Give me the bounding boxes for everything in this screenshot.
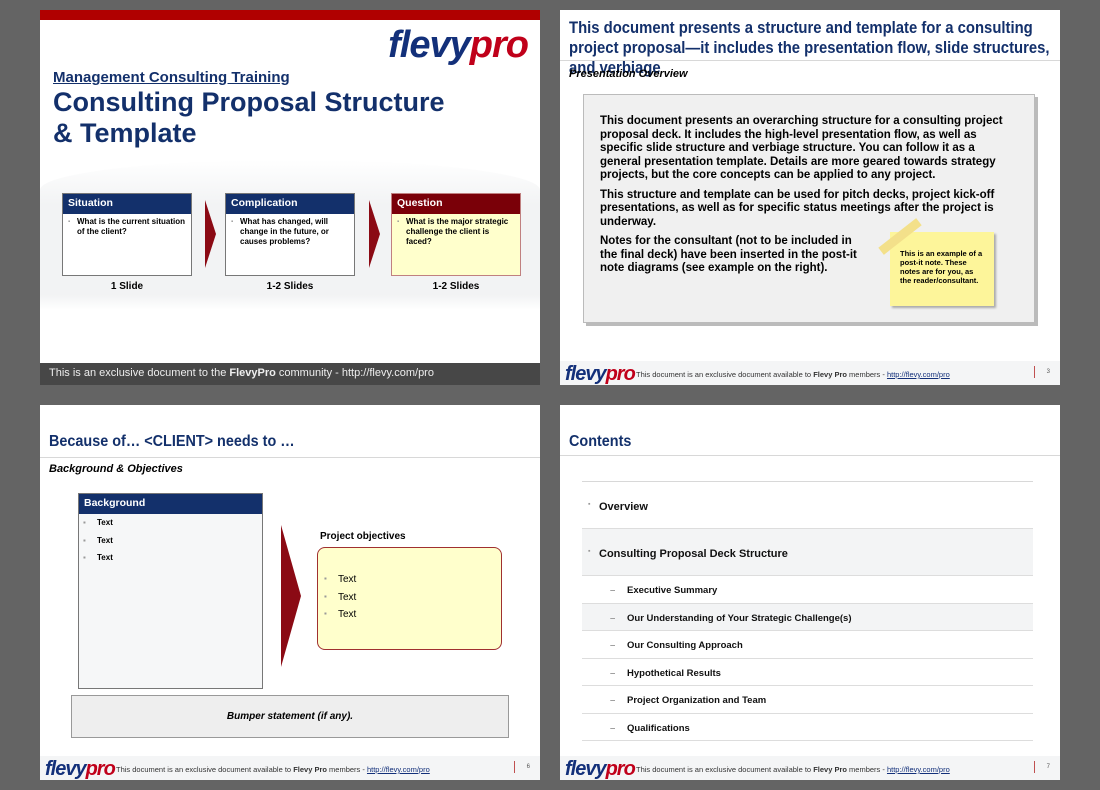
- box-header: Situation: [63, 194, 191, 214]
- footer-bar: This is an exclusive document to the Fle…: [40, 363, 540, 385]
- flevy-link[interactable]: http://flevy.com/pro: [887, 370, 950, 379]
- divider: [560, 455, 1060, 456]
- divider: [560, 60, 1060, 61]
- slide-title: Because of… <CLIENT> needs to …: [49, 433, 295, 450]
- divider: [40, 457, 540, 458]
- chevron-arrow: [281, 525, 301, 667]
- box-header: Question: [392, 194, 520, 214]
- chevron-arrow: [369, 200, 380, 268]
- situation-box: Situation What is the current situation …: [62, 193, 192, 276]
- slide-overview[interactable]: This document presents a structure and t…: [560, 10, 1060, 385]
- bumper-statement: Bumper statement (if any).: [71, 695, 509, 738]
- footer: flevypro This document is an exclusive d…: [560, 361, 1060, 385]
- page-number: 7: [1046, 764, 1050, 770]
- contents-item[interactable]: ▪ Overview: [582, 482, 1033, 529]
- contents-subitem[interactable]: – Project Organization and Team: [582, 686, 1033, 714]
- slide-title-text: Consulting Proposal Structure & Template: [53, 87, 445, 148]
- flevypro-logo: flevypro: [45, 758, 116, 780]
- slide-count: 1 Slide: [110, 281, 144, 292]
- contents-subitem[interactable]: – Our Consulting Approach: [582, 631, 1033, 659]
- flevypro-logo: flevypro: [565, 758, 636, 780]
- postit-note: This is an example of a post-it note. Th…: [890, 232, 994, 306]
- box-bullet: What is the current situation of the cli…: [68, 217, 185, 237]
- objectives-box: TextTextText: [317, 547, 502, 650]
- section-title: Background & Objectives: [49, 463, 183, 475]
- box-bullet: What is the major strategic challenge th…: [397, 217, 514, 247]
- slide-title: Contents: [569, 433, 632, 450]
- slide-title[interactable]: flevypro Management Consulting Training …: [40, 10, 540, 385]
- contents-item[interactable]: ▪ Consulting Proposal Deck Structure: [582, 529, 1033, 576]
- page-number: 6: [526, 764, 530, 770]
- contents-subitem[interactable]: – Our Understanding of Your Strategic Cha…: [582, 603, 1033, 631]
- box-header: Background: [79, 494, 262, 514]
- slide-subtitle: Management Consulting Training: [53, 69, 290, 86]
- slide-contents[interactable]: Contents ▪ Overview ▪ Consulting Proposal …: [560, 405, 1060, 780]
- contents-subitem[interactable]: – Executive Summary: [582, 576, 1033, 604]
- background-box: Background TextTextText: [78, 493, 263, 689]
- footer: flevypro This document is an exclusive d…: [40, 756, 540, 780]
- box-bullet: What has changed, will change in the fut…: [231, 217, 348, 247]
- box-header: Complication: [226, 194, 354, 214]
- section-title: Presentation Overview: [569, 68, 688, 80]
- question-box: Question What is the major strategic cha…: [391, 193, 521, 276]
- slide-background-objectives[interactable]: Because of… <CLIENT> needs to … Backgrou…: [40, 405, 540, 780]
- flevypro-logo: flevypro: [388, 24, 529, 66]
- flevy-link[interactable]: http://flevy.com/pro: [367, 765, 430, 774]
- slide-count: 1-2 Slides: [266, 281, 314, 292]
- slide-count: 1-2 Slides: [432, 281, 480, 292]
- contents-subitem[interactable]: – Qualifications: [582, 714, 1033, 741]
- footer: flevypro This document is an exclusive d…: [560, 756, 1060, 780]
- flevy-link[interactable]: http://flevy.com/pro: [887, 765, 950, 774]
- top-red-bar: [40, 10, 540, 20]
- page-number: 3: [1046, 369, 1050, 375]
- contents-subitem[interactable]: – Hypothetical Results: [582, 659, 1033, 686]
- complication-box: Complication What has changed, will chan…: [225, 193, 355, 276]
- flevypro-logo: flevypro: [565, 363, 636, 385]
- chevron-arrow: [205, 200, 216, 268]
- objectives-label: Project objectives: [320, 531, 406, 542]
